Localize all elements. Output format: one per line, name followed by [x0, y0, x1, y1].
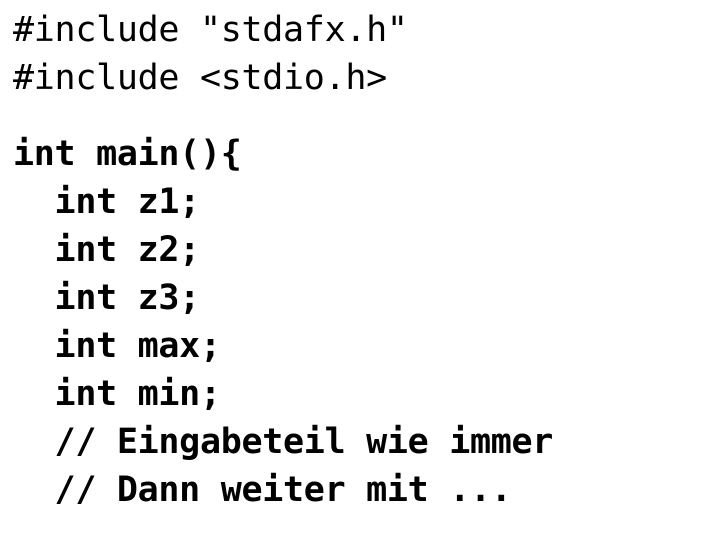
- code-line: int z3;: [13, 278, 201, 318]
- code-line: int min;: [13, 374, 221, 414]
- code-line: int main(){: [13, 134, 242, 174]
- code-line: int z1;: [13, 182, 201, 222]
- code-slide: #include "stdafx.h" #include <stdio.h> int…: [0, 0, 720, 540]
- code-line: #include "stdafx.h": [13, 10, 408, 50]
- code-block: #include "stdafx.h" #include <stdio.h> int…: [0, 6, 720, 514]
- code-line: int z2;: [13, 230, 201, 270]
- code-line: int max;: [13, 326, 221, 366]
- code-line: // Eingabeteil wie immer: [13, 422, 554, 462]
- code-line: // Dann weiter mit ...: [13, 470, 512, 510]
- code-line: #include <stdio.h>: [13, 58, 387, 98]
